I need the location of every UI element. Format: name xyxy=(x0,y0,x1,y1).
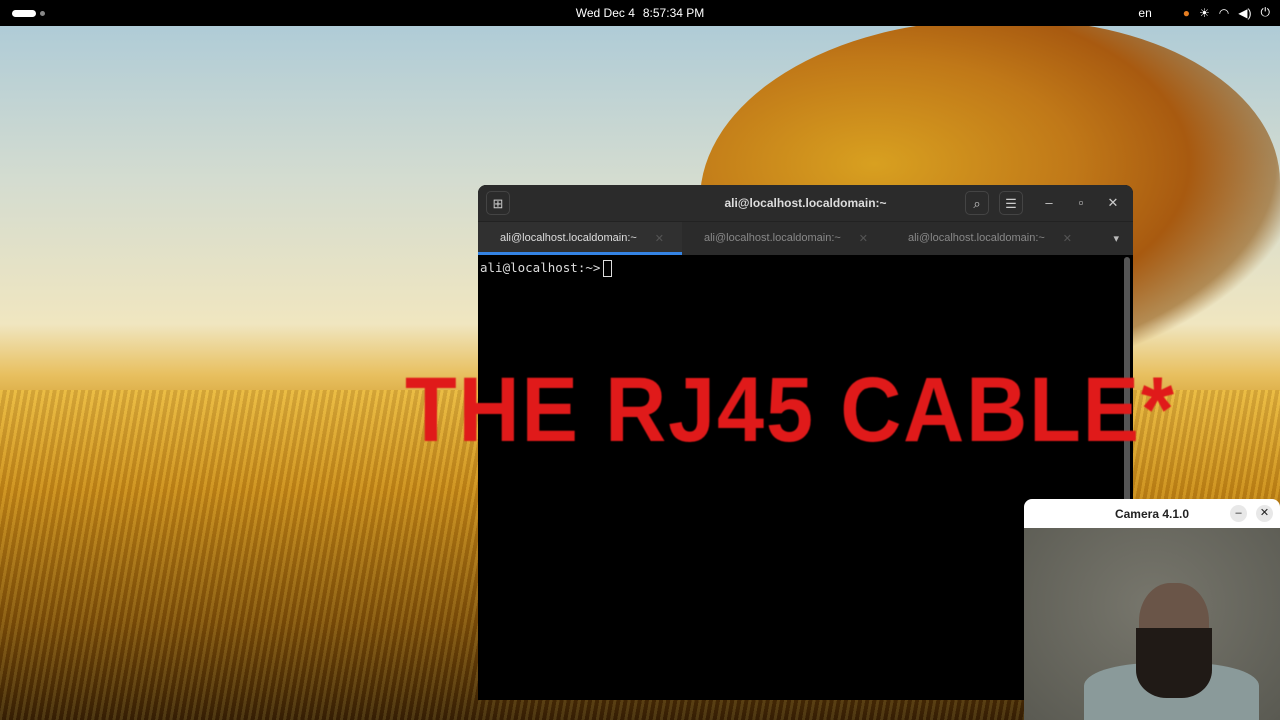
brightness-icon: ☀ xyxy=(1199,5,1210,20)
top-bar: Wed Dec 4 8:57:34 PM en ● ☀ ◠ ◀) ⏻ xyxy=(0,0,1280,26)
person-beard xyxy=(1136,628,1212,698)
minimize-icon[interactable]: – xyxy=(1037,191,1061,215)
minimize-icon[interactable]: – xyxy=(1230,505,1247,522)
close-tab-icon[interactable]: ✕ xyxy=(1063,232,1072,245)
window-title: ali@localhost.localdomain:~ xyxy=(724,196,887,210)
terminal-headerbar[interactable]: ⊞ ali@localhost.localdomain:~ ⌕ ☰ – ▫ ✕ xyxy=(478,185,1133,221)
cursor xyxy=(603,260,613,277)
overlay-caption: THE RJ45 CABLE* xyxy=(405,359,1176,461)
close-icon[interactable]: ✕ xyxy=(1256,505,1273,522)
menu-icon[interactable]: ☰ xyxy=(999,191,1023,215)
tab-3[interactable]: ali@localhost.localdomain:~ ✕ xyxy=(886,222,1090,255)
search-icon[interactable]: ⌕ xyxy=(965,191,989,215)
power-icon: ⏻ xyxy=(1260,5,1271,19)
clock[interactable]: Wed Dec 4 8:57:34 PM xyxy=(0,6,1280,20)
tab-label: ali@localhost.localdomain:~ xyxy=(704,232,841,244)
system-tray[interactable]: en ● ☀ ◠ ◀) ⏻ xyxy=(1138,5,1270,20)
tab-bar: ali@localhost.localdomain:~ ✕ ali@localho… xyxy=(478,221,1133,255)
close-tab-icon[interactable]: ✕ xyxy=(655,232,664,245)
maximize-icon[interactable]: ▫ xyxy=(1069,191,1093,215)
tabs-dropdown-icon[interactable]: ▾ xyxy=(1099,222,1133,255)
language-indicator[interactable]: en xyxy=(1138,6,1151,20)
tab-label: ali@localhost.localdomain:~ xyxy=(908,232,1045,244)
time: 8:57:34 PM xyxy=(642,6,705,20)
date: Wed Dec 4 xyxy=(575,6,635,20)
prompt: ali@localhost:~> xyxy=(480,260,601,275)
terminal-content[interactable]: ali@localhost:~> xyxy=(478,255,1133,282)
close-tab-icon[interactable]: ✕ xyxy=(859,232,868,245)
camera-preview xyxy=(1024,528,1280,720)
microphone-icon: ● xyxy=(1182,5,1191,20)
tab-2[interactable]: ali@localhost.localdomain:~ ✕ xyxy=(682,222,886,255)
camera-headerbar[interactable]: Camera 4.1.0 – ✕ xyxy=(1024,499,1280,528)
wifi-icon: ◠ xyxy=(1218,5,1230,20)
close-icon[interactable]: ✕ xyxy=(1101,191,1125,215)
camera-window: Camera 4.1.0 – ✕ xyxy=(1024,499,1280,720)
volume-icon: ◀) xyxy=(1238,5,1252,20)
tab-label: ali@localhost.localdomain:~ xyxy=(500,232,637,244)
tab-1[interactable]: ali@localhost.localdomain:~ ✕ xyxy=(478,222,682,255)
